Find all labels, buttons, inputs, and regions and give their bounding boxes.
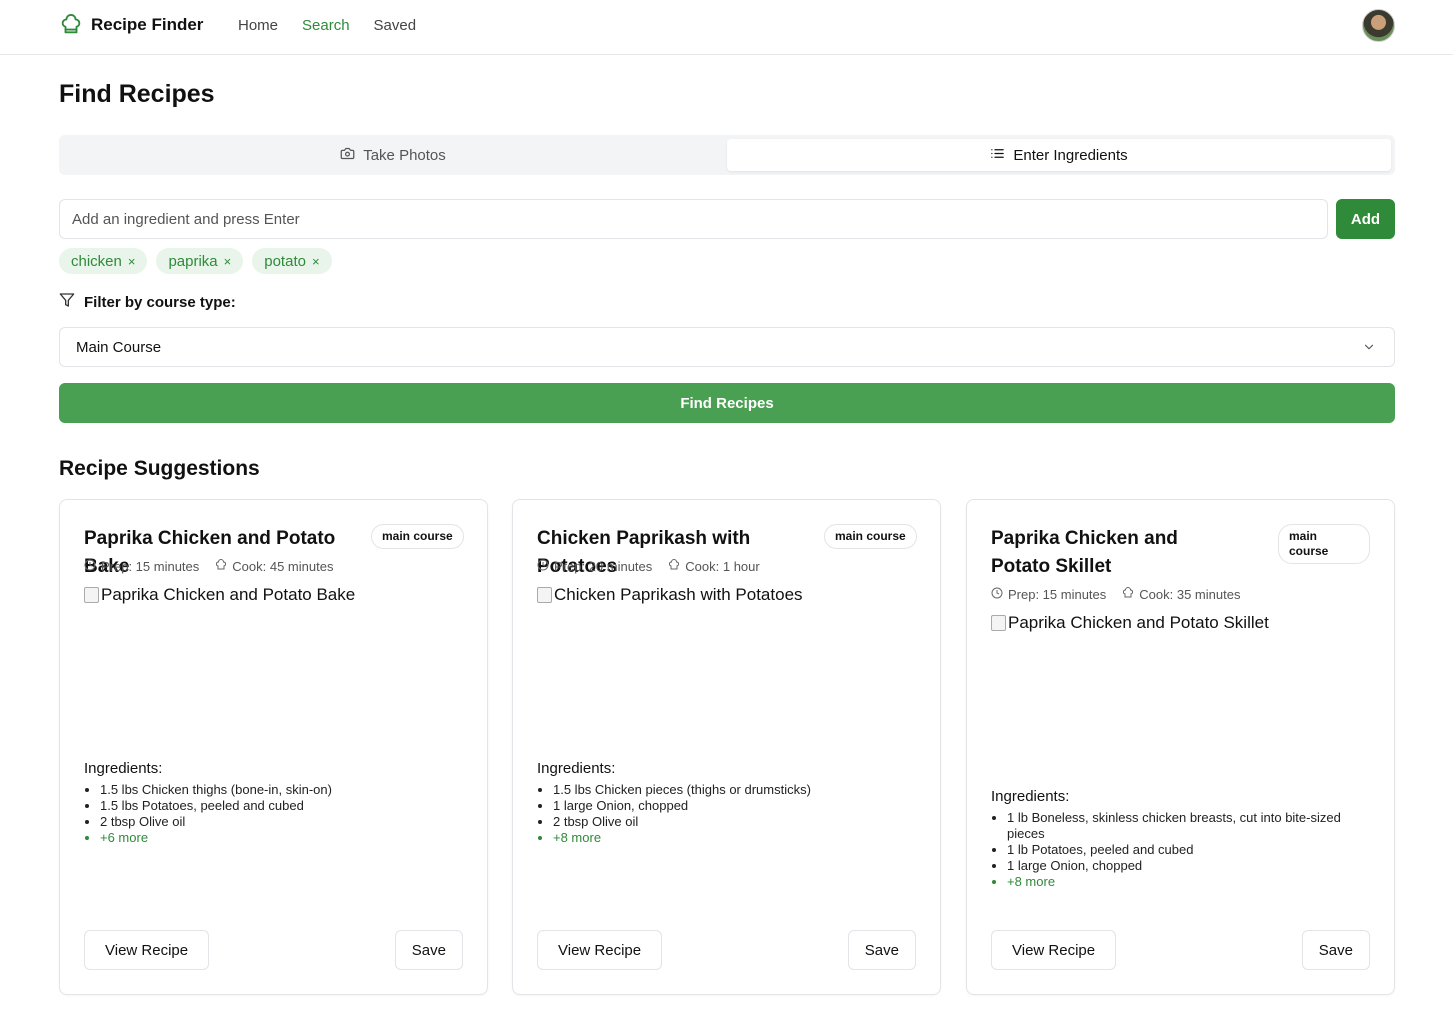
- chip-label: potato: [264, 252, 306, 270]
- list-item: 1.5 lbs Chicken thighs (bone-in, skin-on…: [100, 782, 470, 798]
- chef-hat-icon: [668, 559, 680, 574]
- view-recipe-button[interactable]: View Recipe: [537, 930, 663, 970]
- course-badge: main course: [371, 524, 464, 549]
- nav-home[interactable]: Home: [238, 17, 278, 34]
- list-item: 1 large Onion, chopped: [1007, 858, 1357, 874]
- image-alt-text: Paprika Chicken and Potato Skillet: [1008, 613, 1269, 632]
- recipe-meta: Prep: 15 minutes Cook: 45 minutes: [84, 559, 333, 574]
- cook-time: Cook: 35 minutes: [1139, 587, 1241, 602]
- view-recipe-button[interactable]: View Recipe: [84, 930, 210, 970]
- filter-label: Filter by course type:: [59, 292, 236, 312]
- avatar[interactable]: [1362, 9, 1395, 42]
- course-type-select[interactable]: Main Course: [59, 327, 1395, 367]
- list-item: 1.5 lbs Potatoes, peeled and cubed: [100, 798, 470, 814]
- ingredient-chip: paprika ×: [156, 248, 244, 274]
- list-icon: [990, 146, 1005, 165]
- more-ingredients-link[interactable]: +8 more: [1007, 874, 1357, 890]
- list-item: 1 lb Boneless, skinless chicken breasts,…: [1007, 810, 1357, 842]
- ingredient-list: 1.5 lbs Chicken pieces (thighs or drumst…: [553, 782, 923, 846]
- nav-saved[interactable]: Saved: [374, 17, 417, 34]
- image-alt-text: Chicken Paprikash with Potatoes: [554, 585, 803, 604]
- ingredients-heading: Ingredients:: [84, 760, 163, 777]
- find-recipes-button[interactable]: Find Recipes: [59, 383, 1395, 423]
- ingredients-heading: Ingredients:: [991, 788, 1070, 805]
- list-item: 1 large Onion, chopped: [553, 798, 923, 814]
- cook-time: Cook: 45 minutes: [232, 559, 334, 574]
- ingredient-chip: potato ×: [252, 248, 332, 274]
- filter-label-text: Filter by course type:: [84, 293, 236, 311]
- list-item: 2 tbsp Olive oil: [553, 814, 923, 830]
- recipe-image: Paprika Chicken and Potato Skillet: [991, 613, 1269, 633]
- prep-time: Prep: 15 minutes: [1008, 587, 1107, 602]
- chevron-down-icon: [1362, 340, 1376, 358]
- list-item: 2 tbsp Olive oil: [100, 814, 470, 830]
- prep-time: Prep: 20 minutes: [554, 559, 653, 574]
- ingredient-chips: chicken × paprika × potato ×: [59, 248, 332, 274]
- course-type-value: Main Course: [76, 338, 162, 356]
- camera-icon: [340, 146, 355, 165]
- save-button[interactable]: Save: [1301, 930, 1370, 970]
- image-alt-text: Paprika Chicken and Potato Bake: [101, 585, 356, 604]
- more-ingredients-link[interactable]: +6 more: [100, 830, 470, 846]
- chip-label: chicken: [71, 252, 122, 270]
- clock-icon: [84, 559, 96, 574]
- brand[interactable]: Recipe Finder: [60, 14, 203, 36]
- ingredients-heading: Ingredients:: [537, 760, 616, 777]
- cook-time: Cook: 1 hour: [685, 559, 760, 574]
- recipe-card: Chicken Paprikash with Potatoes main cou…: [512, 499, 941, 995]
- chef-hat-icon: [1122, 587, 1134, 602]
- tab-take-photos[interactable]: Take Photos: [63, 139, 723, 171]
- save-button[interactable]: Save: [394, 930, 463, 970]
- broken-image-icon: [84, 587, 99, 603]
- chef-hat-icon: [215, 559, 227, 574]
- remove-chip-icon[interactable]: ×: [312, 254, 320, 269]
- recipe-meta: Prep: 20 minutes Cook: 1 hour: [537, 559, 760, 574]
- course-badge: main course: [824, 524, 917, 549]
- list-item: 1 lb Potatoes, peeled and cubed: [1007, 842, 1357, 858]
- clock-icon: [991, 587, 1003, 602]
- filter-icon: [59, 292, 75, 312]
- chef-hat-icon: [60, 14, 82, 36]
- nav-search[interactable]: Search: [302, 17, 350, 34]
- tab-label: Enter Ingredients: [1013, 146, 1128, 164]
- recipe-card: Paprika Chicken and Potato Bake main cou…: [59, 499, 488, 995]
- save-button[interactable]: Save: [847, 930, 916, 970]
- list-item: 1.5 lbs Chicken pieces (thighs or drumst…: [553, 782, 923, 798]
- section-title: Recipe Suggestions: [59, 457, 260, 480]
- ingredient-list: 1.5 lbs Chicken thighs (bone-in, skin-on…: [100, 782, 470, 846]
- top-navigation-bar: Recipe Finder Home Search Saved: [0, 0, 1453, 55]
- broken-image-icon: [991, 615, 1006, 631]
- more-ingredients-link[interactable]: +8 more: [553, 830, 923, 846]
- page-title: Find Recipes: [59, 80, 215, 108]
- tab-label: Take Photos: [363, 146, 446, 164]
- recipe-title: Paprika Chicken and Potato Skillet: [991, 528, 1178, 577]
- clock-icon: [537, 559, 549, 574]
- add-ingredient-button[interactable]: Add: [1336, 199, 1395, 239]
- prep-time: Prep: 15 minutes: [101, 559, 200, 574]
- recipe-meta: Prep: 15 minutes Cook: 35 minutes: [991, 587, 1240, 602]
- ingredient-list: 1 lb Boneless, skinless chicken breasts,…: [1007, 810, 1357, 890]
- brand-name: Recipe Finder: [91, 15, 204, 34]
- ingredient-input[interactable]: [59, 199, 1328, 239]
- main-nav: Home Search Saved: [238, 17, 416, 34]
- remove-chip-icon[interactable]: ×: [224, 254, 232, 269]
- course-badge: main course: [1278, 524, 1370, 564]
- recipe-card: Paprika Chicken and Potato Skillet main …: [966, 499, 1395, 995]
- broken-image-icon: [537, 587, 552, 603]
- remove-chip-icon[interactable]: ×: [128, 254, 136, 269]
- ingredient-chip: chicken ×: [59, 248, 148, 274]
- view-recipe-button[interactable]: View Recipe: [991, 930, 1117, 970]
- input-mode-tabs: Take Photos Enter Ingredients: [59, 135, 1395, 175]
- tab-enter-ingredients[interactable]: Enter Ingredients: [727, 139, 1391, 171]
- recipe-image: Paprika Chicken and Potato Bake: [84, 585, 355, 605]
- chip-label: paprika: [168, 252, 218, 270]
- recipe-image: Chicken Paprikash with Potatoes: [537, 585, 803, 605]
